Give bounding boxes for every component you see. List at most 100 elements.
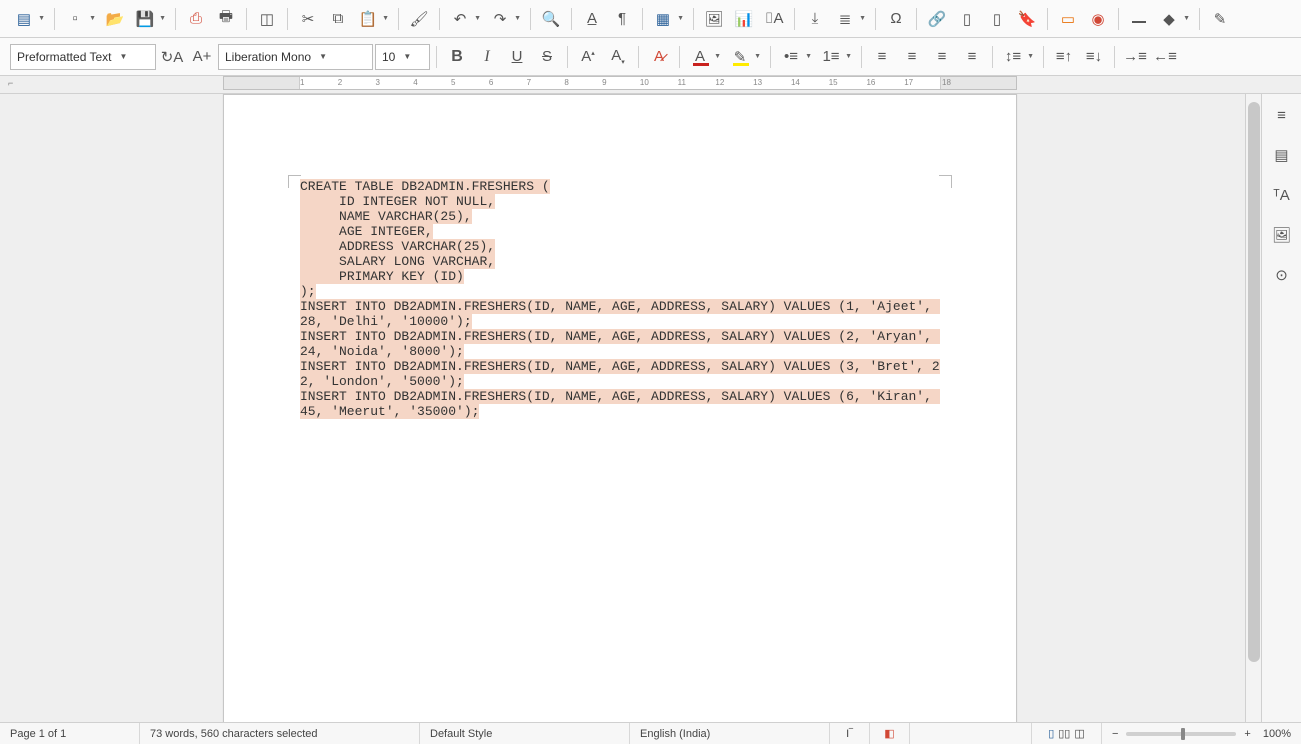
insert-field-button[interactable]: ≣▼ bbox=[831, 5, 859, 33]
text-content[interactable]: CREATE TABLE DB2ADMIN.FRESHERS ( ID INTE… bbox=[300, 179, 942, 419]
update-style-button[interactable]: ↻A bbox=[158, 43, 186, 71]
decrease-para-spacing-button[interactable]: ≡↓ bbox=[1080, 43, 1108, 71]
subscript-button[interactable]: A▾ bbox=[604, 43, 632, 71]
separator bbox=[679, 46, 680, 68]
zoom-slider-knob[interactable] bbox=[1181, 728, 1185, 740]
new-style-button[interactable]: A+ bbox=[188, 43, 216, 71]
track-changes-button[interactable]: ◉ bbox=[1084, 5, 1112, 33]
bullet-list-button[interactable]: •≡▼ bbox=[777, 43, 805, 71]
page[interactable]: CREATE TABLE DB2ADMIN.FRESHERS ( ID INTE… bbox=[223, 94, 1017, 722]
export-pdf-button[interactable]: ⎙ bbox=[182, 5, 210, 33]
superscript-button[interactable]: A▴ bbox=[574, 43, 602, 71]
open-button[interactable]: 📂 bbox=[101, 5, 129, 33]
sidebar-styles-button[interactable]: ᵀA bbox=[1267, 180, 1297, 210]
align-center-icon: ≡ bbox=[908, 48, 917, 65]
insert-comment-button[interactable]: ▭ bbox=[1054, 5, 1082, 33]
zoom-in-button[interactable]: + bbox=[1244, 728, 1250, 740]
highlight-color-button[interactable]: ✎▼ bbox=[726, 43, 754, 71]
ruler-right-margin[interactable] bbox=[940, 77, 1016, 89]
paragraph-style-combo[interactable]: Preformatted Text ▼ bbox=[10, 44, 156, 70]
insert-image-button[interactable]: 🖼 bbox=[700, 5, 728, 33]
print-preview-button[interactable]: ◫ bbox=[253, 5, 281, 33]
status-page-style[interactable]: Default Style bbox=[420, 723, 630, 744]
sidebar-toggle-button[interactable]: ▤▼ bbox=[10, 5, 38, 33]
align-justify-button[interactable]: ≡ bbox=[958, 43, 986, 71]
insert-footnote-button[interactable]: ▯ bbox=[953, 5, 981, 33]
italic-button[interactable]: I bbox=[473, 43, 501, 71]
strikethrough-button[interactable]: S bbox=[533, 43, 561, 71]
page-break-icon: ⤓ bbox=[812, 10, 819, 27]
status-selection-mode[interactable]: ◧ bbox=[870, 723, 910, 744]
insert-page-break-button[interactable]: ⤓ bbox=[801, 5, 829, 33]
decrease-indent-button[interactable]: ←≡ bbox=[1151, 43, 1179, 71]
separator bbox=[530, 8, 531, 30]
insert-special-char-button[interactable]: Ω bbox=[882, 5, 910, 33]
insert-table-button[interactable]: ▦▼ bbox=[649, 5, 677, 33]
print-button[interactable]: 🖶 bbox=[212, 5, 240, 33]
increase-indent-button[interactable]: →≡ bbox=[1121, 43, 1149, 71]
sidebar-gallery-button[interactable]: 🖼 bbox=[1267, 220, 1297, 250]
spellcheck-button[interactable]: A̲ bbox=[578, 5, 606, 33]
sidebar-navigator-button[interactable]: ⊙ bbox=[1267, 260, 1297, 290]
status-language[interactable]: English (India) bbox=[630, 723, 830, 744]
multi-page-icon[interactable]: ▯▯ bbox=[1058, 727, 1070, 740]
insert-chart-button[interactable]: 📊 bbox=[730, 5, 758, 33]
font-color-button[interactable]: A▼ bbox=[686, 43, 714, 71]
copy-button[interactable]: ⧉ bbox=[324, 5, 352, 33]
insert-bookmark-button[interactable]: 🔖 bbox=[1013, 5, 1041, 33]
zoom-out-button[interactable]: − bbox=[1112, 728, 1118, 740]
book-view-icon[interactable]: ◫ bbox=[1074, 727, 1084, 740]
separator bbox=[1114, 46, 1115, 68]
file-new-icon: ▫ bbox=[72, 10, 77, 27]
increase-para-spacing-button[interactable]: ≡↑ bbox=[1050, 43, 1078, 71]
status-insert-mode[interactable]: I‾ bbox=[830, 723, 870, 744]
clone-formatting-button[interactable]: 🖌 bbox=[405, 5, 433, 33]
cut-button[interactable]: ✂ bbox=[294, 5, 322, 33]
font-name-combo[interactable]: Liberation Mono ▼ bbox=[218, 44, 373, 70]
numbered-list-button[interactable]: 1≡▼ bbox=[817, 43, 845, 71]
show-draw-functions-button[interactable]: ✎ bbox=[1206, 5, 1234, 33]
ruler-left-margin[interactable] bbox=[224, 77, 300, 89]
single-page-icon[interactable]: ▯ bbox=[1048, 727, 1054, 740]
zoom-value[interactable]: 100% bbox=[1263, 728, 1291, 740]
scrollbar-thumb[interactable] bbox=[1248, 102, 1260, 662]
align-left-button[interactable]: ≡ bbox=[868, 43, 896, 71]
horizontal-ruler[interactable]: 123456789101112131415161718 bbox=[223, 76, 1017, 90]
vertical-scrollbar[interactable] bbox=[1245, 94, 1261, 722]
ruler-tick: 9 bbox=[602, 78, 606, 87]
zoom-slider[interactable] bbox=[1126, 732, 1236, 736]
undo-button[interactable]: ↶▼ bbox=[446, 5, 474, 33]
sidebar-settings-button[interactable]: ≡ bbox=[1267, 100, 1297, 130]
search-icon: 🔍 bbox=[542, 10, 561, 28]
status-view-layout[interactable]: ▯ ▯▯ ◫ bbox=[1032, 723, 1102, 744]
basic-shapes-button[interactable]: ◆▼ bbox=[1155, 5, 1183, 33]
align-right-button[interactable]: ≡ bbox=[928, 43, 956, 71]
line-spacing-button[interactable]: ↕≡▼ bbox=[999, 43, 1027, 71]
save-button[interactable]: 💾▼ bbox=[131, 5, 159, 33]
styles-icon: ᵀA bbox=[1273, 187, 1290, 204]
insert-endnote-button[interactable]: ▯ bbox=[983, 5, 1011, 33]
status-signature[interactable] bbox=[910, 723, 1032, 744]
insert-textbox-button[interactable]: ⌷A bbox=[760, 5, 788, 33]
insert-hyperlink-button[interactable]: 🔗 bbox=[923, 5, 951, 33]
selected-text[interactable]: CREATE TABLE DB2ADMIN.FRESHERS ( ID INTE… bbox=[300, 179, 940, 419]
sidebar-properties-button[interactable]: ▤ bbox=[1267, 140, 1297, 170]
paste-button[interactable]: 📋▼ bbox=[354, 5, 382, 33]
document-area[interactable]: CREATE TABLE DB2ADMIN.FRESHERS ( ID INTE… bbox=[0, 94, 1245, 722]
align-center-button[interactable]: ≡ bbox=[898, 43, 926, 71]
status-style-label: Default Style bbox=[430, 728, 492, 740]
redo-button[interactable]: ↷▼ bbox=[486, 5, 514, 33]
clear-formatting-button[interactable]: A̷ bbox=[645, 43, 673, 71]
chart-icon: 📊 bbox=[735, 10, 754, 28]
find-replace-button[interactable]: 🔍 bbox=[537, 5, 565, 33]
underline-button[interactable]: U bbox=[503, 43, 531, 71]
draw-icon: ✎ bbox=[1214, 10, 1227, 28]
bold-button[interactable]: B bbox=[443, 43, 471, 71]
font-size-combo[interactable]: 10 ▼ bbox=[375, 44, 430, 70]
formatting-marks-button[interactable]: ¶ bbox=[608, 5, 636, 33]
new-button[interactable]: ▫▼ bbox=[61, 5, 89, 33]
insert-line-button[interactable] bbox=[1125, 5, 1153, 33]
status-page[interactable]: Page 1 of 1 bbox=[0, 723, 140, 744]
status-word-count[interactable]: 73 words, 560 characters selected bbox=[140, 723, 420, 744]
separator bbox=[439, 8, 440, 30]
